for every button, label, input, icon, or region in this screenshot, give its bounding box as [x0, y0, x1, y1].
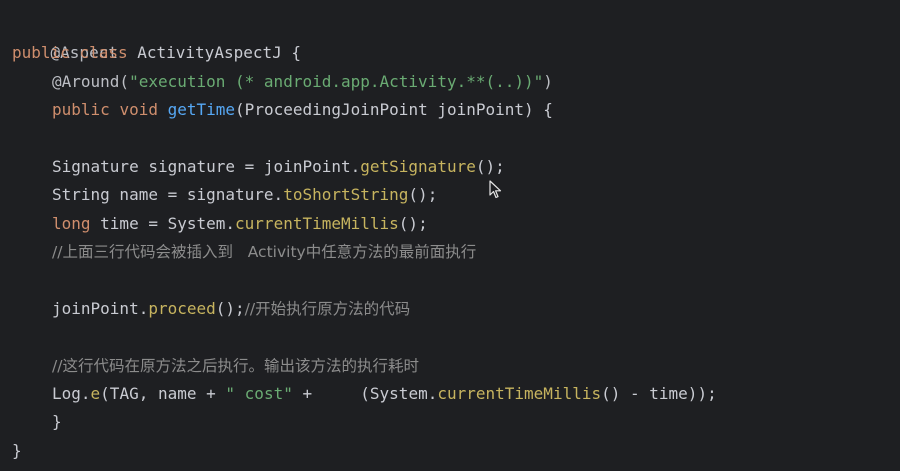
mouse-cursor-icon [489, 180, 502, 199]
code-text: (); [408, 185, 438, 205]
code-editor[interactable]: @Aspect public class ActivityAspectJ { @… [0, 0, 900, 471]
code-line-5-empty [0, 125, 900, 153]
code-text: time = System. [90, 213, 236, 233]
code-text: Signature signature = joinPoint. [52, 156, 361, 176]
code-comment: //上面三行代码会被插入到 Activity中任意方法的最前面执行 [52, 243, 477, 262]
code-line-3: @Around("execution (* android.app.Activi… [0, 68, 900, 96]
method-call: currentTimeMillis [235, 213, 399, 233]
code-comment: //开始执行原方法的代码 [244, 299, 411, 318]
code-text: () - time)); [601, 384, 717, 404]
code-comment: //这行代码在原方法之后执行。输出该方法的执行耗时 [52, 356, 419, 375]
method-params: (ProceedingJoinPoint joinPoint) { [235, 100, 553, 120]
method-call: proceed [148, 298, 216, 318]
keyword-class: class [79, 43, 128, 63]
code-line-16: } [0, 437, 900, 465]
code-line-11: joinPoint.proceed();//开始执行原方法的代码 [0, 295, 900, 323]
code-line-1: @Aspect [0, 11, 900, 62]
code-line-2: public class ActivityAspectJ { [0, 39, 900, 67]
annotation-around: @Around( [52, 71, 130, 91]
code-line-10-empty [0, 267, 900, 295]
code-text: joinPoint. [52, 298, 149, 318]
string-literal: " cost" [225, 384, 293, 404]
code-text: + (System. [292, 384, 438, 404]
open-brace: { [281, 43, 302, 63]
code-line-14: Log.e(TAG, name + " cost" + (System.curr… [0, 380, 900, 408]
close-brace: } [12, 440, 22, 460]
keyword-long: long [52, 213, 91, 233]
code-text: (TAG, name + [100, 384, 226, 404]
keyword-public: public [52, 100, 110, 120]
code-line-4: public void getTime(ProceedingJoinPoint … [0, 96, 900, 124]
code-line-9: //上面三行代码会被插入到 Activity中任意方法的最前面执行 [0, 238, 900, 266]
method-call: e [90, 384, 101, 404]
code-line-13: //这行代码在原方法之后执行。输出该方法的执行耗时 [0, 352, 900, 380]
keyword-void: void [119, 100, 158, 120]
code-line-6: Signature signature = joinPoint.getSigna… [0, 153, 900, 181]
code-line-8: long time = System.currentTimeMillis(); [0, 210, 900, 238]
code-text: (); [475, 156, 505, 176]
code-text: (); [215, 298, 245, 318]
annotation-close: ) [543, 71, 553, 91]
close-brace: } [52, 412, 62, 432]
method-call: getSignature [360, 156, 476, 176]
code-text: String name = signature. [52, 185, 284, 205]
code-line-12-empty [0, 323, 900, 351]
code-line-7: String name = signature.toShortString(); [0, 181, 900, 209]
code-text: (); [398, 213, 428, 233]
method-call: currentTimeMillis [437, 384, 602, 404]
pointcut-string: "execution (* android.app.Activity.**(..… [129, 71, 544, 91]
method-call: toShortString [283, 185, 409, 205]
code-line-15: } [0, 408, 900, 436]
method-name: getTime [167, 100, 236, 120]
class-name: ActivityAspectJ [137, 43, 282, 63]
keyword-public: public [12, 43, 70, 63]
code-text: Log. [52, 384, 91, 404]
